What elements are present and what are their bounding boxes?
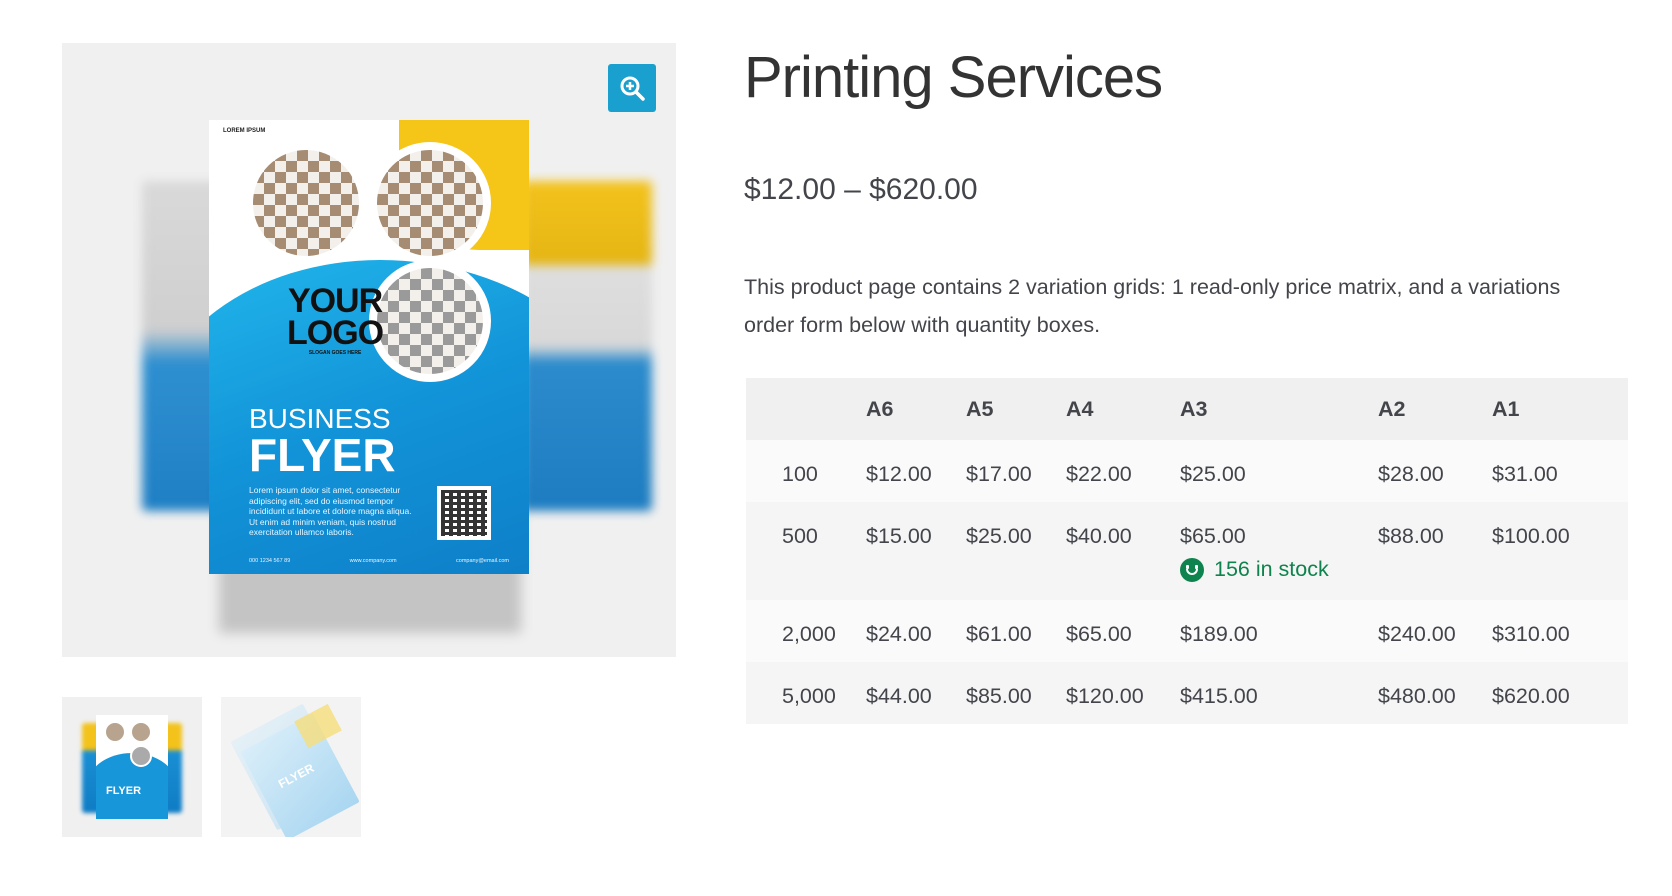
- column-header-a2: A2: [1378, 378, 1492, 440]
- price-cell: $12.00: [866, 462, 932, 486]
- product-image-main[interactable]: LOREM IPSUM YOUR LOGO SLOGAN GOES HERE B…: [62, 43, 676, 657]
- product-price-range: $12.00 – $620.00: [744, 173, 978, 206]
- thumbnail-label: FLYER: [106, 785, 142, 797]
- table-row: 5,000 $44.00 $85.00 $120.00 $415.00 $480…: [746, 662, 1628, 724]
- flyer-photo-placeholder: [369, 142, 491, 264]
- thumbnail-list: FLYER FLYER: [62, 697, 361, 837]
- price-cell: $25.00: [1180, 462, 1246, 486]
- price-cell: $31.00: [1492, 462, 1558, 486]
- price-cell: $240.00: [1378, 622, 1456, 646]
- stock-status: 156 in stock: [1180, 557, 1378, 582]
- column-header-a6: A6: [866, 378, 966, 440]
- flyer-back-right-image: [522, 181, 652, 511]
- flyer-mockup: LOREM IPSUM YOUR LOGO SLOGAN GOES HERE B…: [209, 120, 529, 574]
- price-cell: $620.00: [1492, 684, 1570, 708]
- price-cell: $40.00: [1066, 524, 1132, 548]
- price-cell: $120.00: [1066, 684, 1144, 708]
- price-cell: $61.00: [966, 622, 1032, 646]
- smile-icon: [1180, 557, 1204, 582]
- column-header-a4: A4: [1066, 378, 1180, 440]
- thumbnail-flyer-front[interactable]: FLYER: [62, 697, 202, 837]
- price-cell: $88.00: [1378, 524, 1444, 548]
- flyer-photo-placeholder: [369, 260, 491, 382]
- table-row: 2,000 $24.00 $61.00 $65.00 $189.00 $240.…: [746, 600, 1628, 662]
- row-quantity: 500: [782, 524, 818, 548]
- flyer-header-text: LOREM IPSUM: [223, 128, 266, 134]
- column-header-a1: A1: [1492, 378, 1628, 440]
- thumbnail-flyer-angled[interactable]: FLYER: [221, 697, 361, 837]
- row-quantity: 100: [782, 462, 818, 486]
- price-cell: $28.00: [1378, 462, 1444, 486]
- price-cell: $480.00: [1378, 684, 1456, 708]
- product-title: Printing Services: [744, 45, 1163, 110]
- price-cell: $25.00: [966, 524, 1032, 548]
- price-matrix-table: A6 A5 A4 A3 A2 A1 100 $12.00 $17.00 $22.…: [746, 378, 1628, 724]
- price-cell: $17.00: [966, 462, 1032, 486]
- zoom-in-icon: [620, 76, 645, 101]
- price-cell: $15.00: [866, 524, 932, 548]
- price-cell: $310.00: [1492, 622, 1570, 646]
- price-cell: $22.00: [1066, 462, 1132, 486]
- price-cell: $100.00: [1492, 524, 1570, 548]
- table-row: 500 $15.00 $25.00 $40.00 $65.00 156 in s…: [746, 502, 1628, 600]
- flyer-logo: YOUR LOGO SLOGAN GOES HERE: [287, 284, 384, 357]
- row-quantity: 5,000: [782, 684, 836, 708]
- flyer-body-text: Lorem ipsum dolor sit amet, consectetur …: [249, 485, 412, 537]
- column-header-quantity: [746, 378, 866, 440]
- row-quantity: 2,000: [782, 622, 836, 646]
- table-row: 100 $12.00 $17.00 $22.00 $25.00 $28.00 $…: [746, 440, 1628, 502]
- column-header-a3: A3: [1180, 378, 1378, 440]
- column-header-a5: A5: [966, 378, 1066, 440]
- product-description: This product page contains 2 variation g…: [744, 275, 1561, 337]
- qr-code-icon: [437, 486, 491, 540]
- price-cell-with-stock: $65.00 156 in stock: [1180, 502, 1378, 600]
- price-cell: $415.00: [1180, 684, 1258, 708]
- flyer-footer: 000 1234 567 89 www.company.com company@…: [249, 558, 509, 564]
- flyer-logo-line2: LOGO: [287, 314, 384, 352]
- flyer-footer-web: www.company.com: [349, 558, 397, 564]
- price-cell: $189.00: [1180, 622, 1258, 646]
- price-cell: $85.00: [966, 684, 1032, 708]
- zoom-button[interactable]: [608, 64, 656, 112]
- thumbnail-flyer: FLYER: [96, 715, 168, 819]
- flyer-photo-placeholder: [245, 142, 367, 264]
- price-cell: $24.00: [866, 622, 932, 646]
- flyer-footer-email: company@email.com: [456, 558, 509, 564]
- price-cell: $44.00: [866, 684, 932, 708]
- price-value: $65.00: [1180, 524, 1246, 548]
- flyer-footer-phone: 000 1234 567 89: [249, 558, 291, 564]
- price-matrix-header-row: A6 A5 A4 A3 A2 A1: [746, 378, 1628, 440]
- price-cell: $65.00: [1066, 622, 1132, 646]
- flyer-title-flyer: FLYER: [249, 429, 396, 481]
- stock-status-text: 156 in stock: [1214, 557, 1329, 581]
